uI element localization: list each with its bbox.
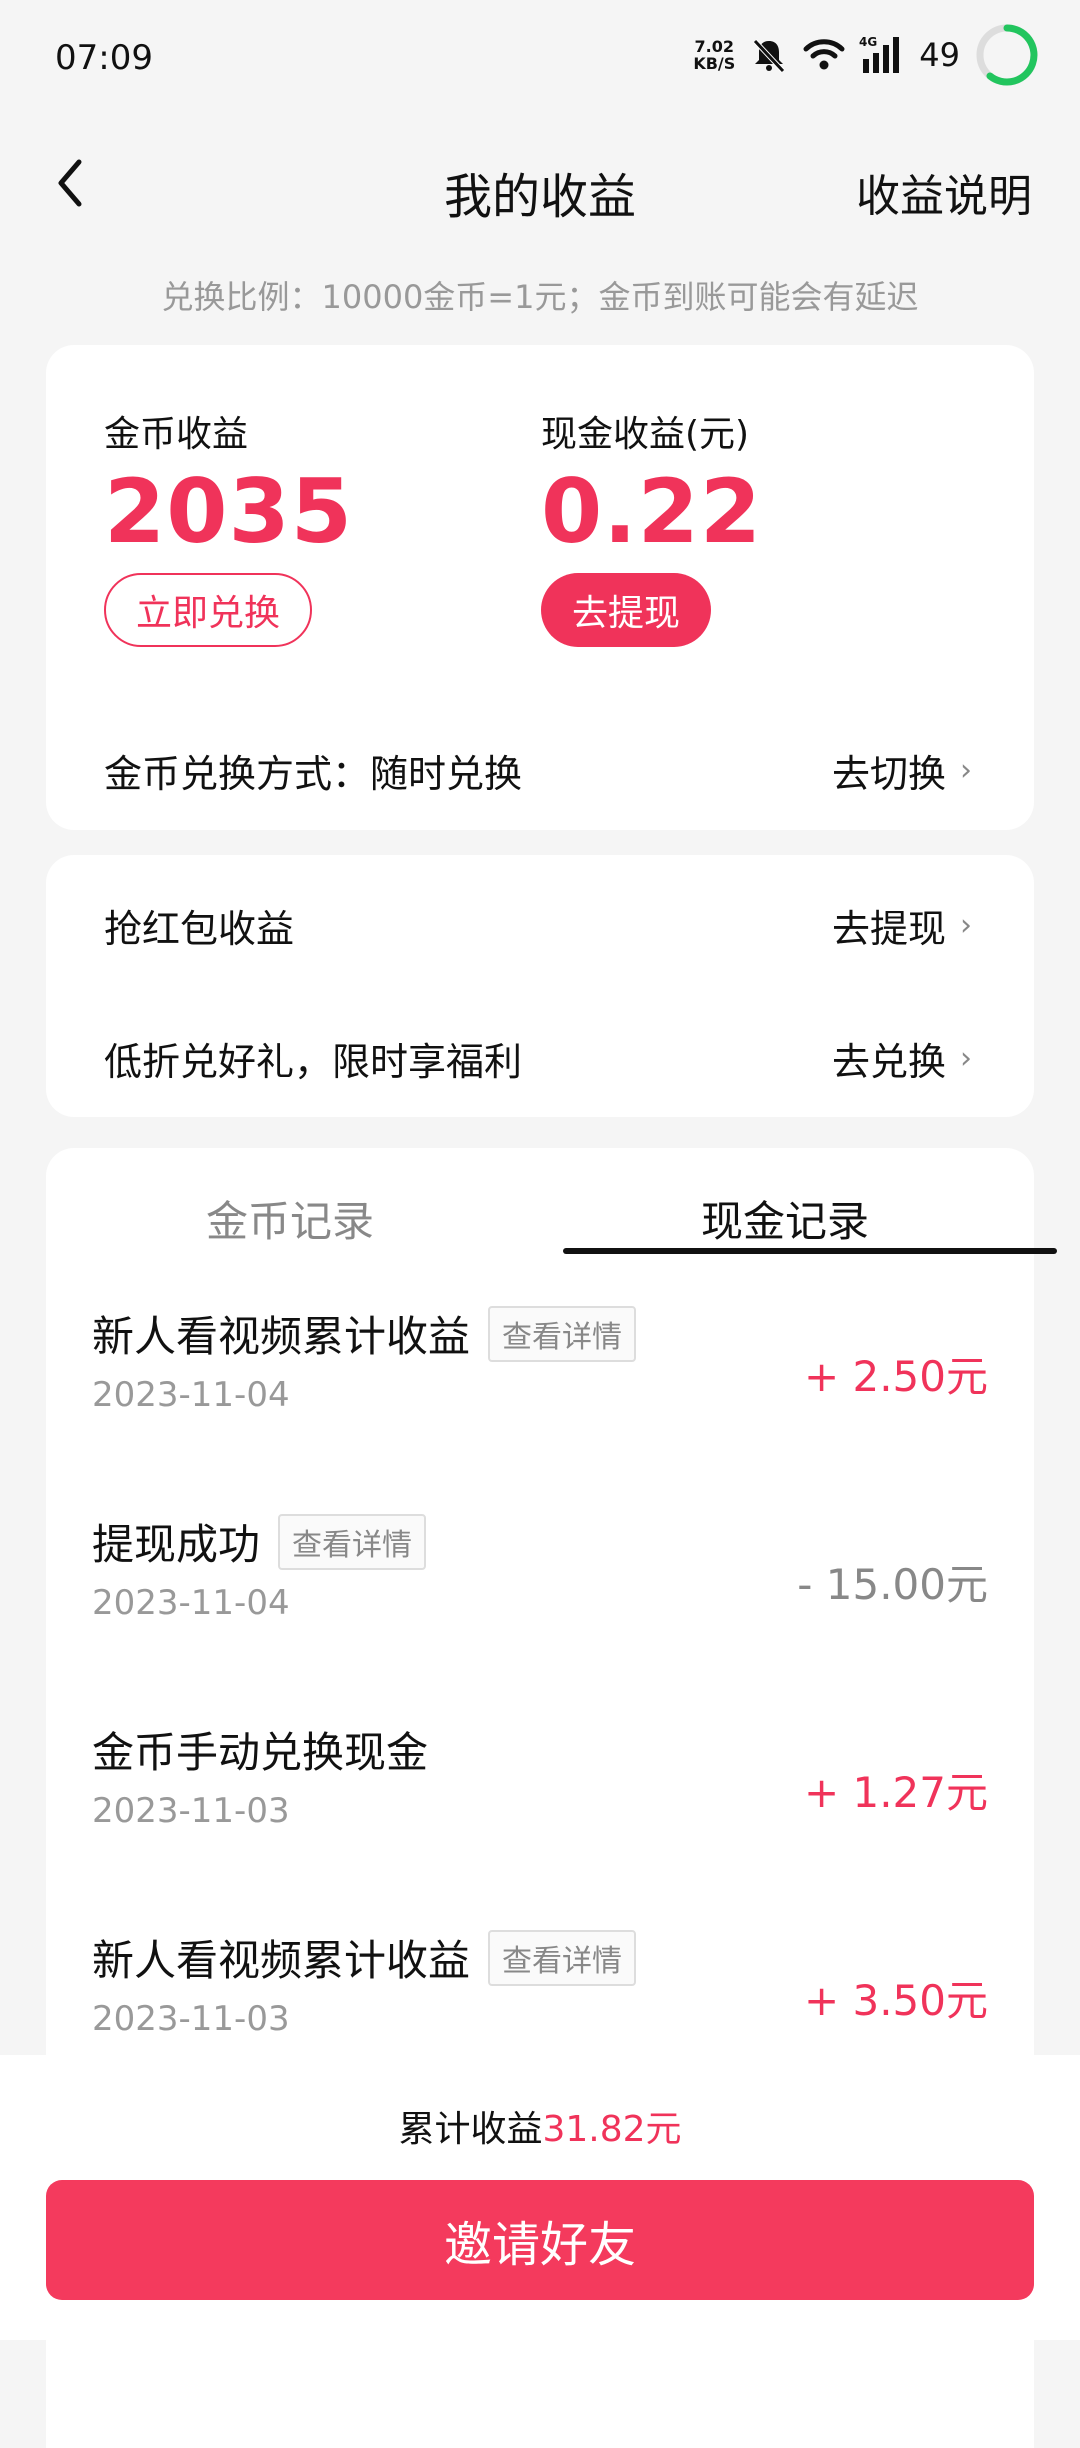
record-title: 提现成功 查看详情 (92, 1511, 427, 1572)
exchange-rate-note: 兑换比例：10000金币=1元；金币到账可能会有延迟 (161, 278, 919, 316)
total-earnings: 累计收益31.82元 (0, 2100, 1080, 2152)
record-amount: + 2.50元 (803, 1352, 988, 1401)
active-tab-indicator (563, 1248, 1057, 1254)
discount-gifts-label: 低折兑好礼，限时享福利 (104, 1040, 523, 1084)
record-amount: - 15.00元 (797, 1560, 988, 1609)
bottom-bar: 累计收益31.82元 邀请好友 (0, 2055, 1080, 2340)
signal-icon: 4G (859, 35, 905, 75)
record-title: 新人看视频累计收益 查看详情 (92, 1303, 637, 1364)
tab-cash-records[interactable]: 现金记录 (701, 1188, 869, 1249)
record-date: 2023-11-04 (92, 1583, 290, 1623)
links-card: 抢红包收益 去提现 › 低折兑好礼，限时享福利 去兑换 › (46, 855, 1034, 1117)
cash-earnings-label: 现金收益(元) (541, 414, 750, 455)
chevron-right-icon: › (960, 1041, 972, 1076)
status-time: 07:09 (55, 38, 153, 78)
record-title: 金币手动兑换现金 (92, 1719, 428, 1780)
list-item[interactable]: 金币手动兑换现金 2023-11-03 + 1.27元 (46, 1719, 1034, 1919)
discount-exchange-button[interactable]: 去兑换 › (832, 1031, 972, 1086)
battery-level: 49 (919, 36, 960, 74)
record-date: 2023-11-03 (92, 1791, 290, 1831)
switch-method-label: 去切换 (831, 752, 946, 796)
status-icons: 7.02 KB/S 4G 49 (693, 20, 1040, 90)
record-date: 2023-11-03 (92, 1999, 290, 2039)
record-title: 新人看视频累计收益 查看详情 (92, 1927, 637, 1988)
wifi-icon (803, 37, 845, 73)
withdraw-button[interactable]: 去提现 (541, 573, 711, 647)
earnings-card: 金币收益 2035 立即兑换 现金收益(元) 0.22 去提现 金币兑换方式：随… (46, 345, 1034, 830)
red-packet-earnings-label: 抢红包收益 (104, 907, 295, 951)
coin-exchange-method-label: 金币兑换方式：随时兑换 (104, 752, 523, 796)
record-title-text: 新人看视频累计收益 (92, 1936, 471, 1985)
network-speed: 7.02 KB/S (693, 38, 735, 72)
status-bar: 07:09 7.02 KB/S 4G 49 (0, 0, 1080, 120)
list-item[interactable]: 新人看视频累计收益 查看详情 2023-11-04 + 2.50元 (46, 1303, 1034, 1503)
view-details-button[interactable]: 查看详情 (488, 1929, 637, 1986)
record-title-text: 新人看视频累计收益 (92, 1312, 471, 1361)
record-amount: + 3.50元 (803, 1976, 988, 2025)
tab-coin-records[interactable]: 金币记录 (206, 1188, 374, 1249)
chevron-right-icon: › (960, 908, 972, 943)
coin-earnings-value: 2035 (104, 460, 353, 563)
view-details-button[interactable]: 查看详情 (488, 1305, 637, 1362)
network-speed-unit: KB/S (693, 54, 736, 73)
switch-method-button[interactable]: 去切换 › (832, 743, 972, 798)
network-speed-value: 7.02 (694, 37, 735, 56)
chevron-right-icon: › (960, 753, 972, 788)
header: 我的收益 收益说明 (0, 135, 1080, 235)
invite-friends-button[interactable]: 邀请好友 (46, 2180, 1034, 2300)
view-details-button[interactable]: 查看详情 (278, 1513, 427, 1570)
total-earnings-label: 累计收益 (398, 2109, 543, 2150)
exchange-now-button[interactable]: 立即兑换 (104, 573, 312, 647)
red-packet-withdraw-label: 去提现 (831, 907, 946, 951)
red-packet-withdraw-button[interactable]: 去提现 › (832, 898, 972, 953)
list-item[interactable]: 提现成功 查看详情 2023-11-04 - 15.00元 (46, 1511, 1034, 1711)
cash-earnings-value: 0.22 (541, 460, 763, 563)
record-title-text: 金币手动兑换现金 (92, 1728, 429, 1777)
mute-bell-icon (749, 35, 789, 75)
battery-ring-icon (974, 22, 1040, 88)
discount-exchange-label: 去兑换 (831, 1040, 946, 1084)
record-title-text: 提现成功 (92, 1520, 261, 1569)
network-type-label: 4G (859, 35, 877, 49)
earnings-info-link[interactable]: 收益说明 (856, 160, 1032, 224)
record-date: 2023-11-04 (92, 1375, 290, 1415)
record-amount: + 1.27元 (803, 1768, 988, 1817)
coin-earnings-label: 金币收益 (104, 414, 249, 455)
total-earnings-value: 31.82元 (542, 2109, 682, 2150)
